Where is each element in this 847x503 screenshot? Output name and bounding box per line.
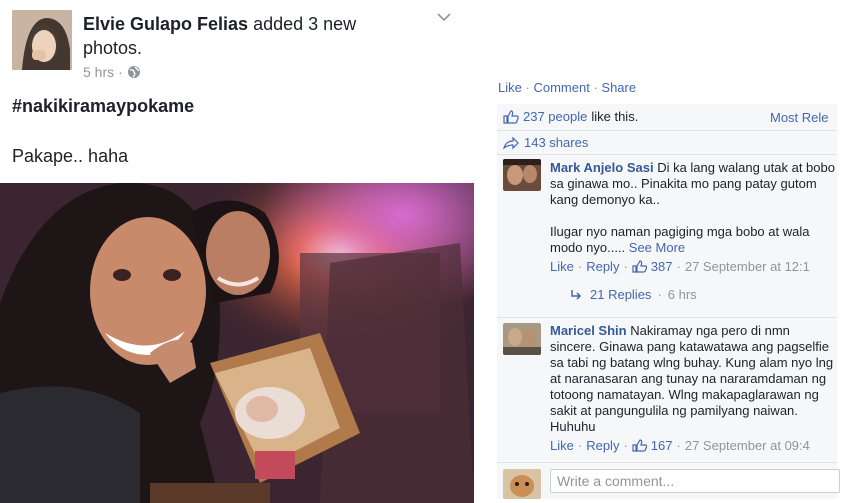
author-avatar[interactable] [12, 10, 72, 70]
comment: Maricel Shin Nakiramay nga pero di nmn s… [550, 323, 837, 435]
comment-like-button[interactable]: Like [550, 438, 574, 453]
comment-reply-button[interactable]: Reply [586, 259, 619, 274]
comment-reply-button[interactable]: Reply [586, 438, 619, 453]
selfie-photo [0, 183, 474, 503]
post-meta: 5 hrs · [83, 64, 141, 80]
meta-separator: · [118, 64, 123, 80]
author-photo [12, 10, 72, 70]
commenter-avatar[interactable] [503, 159, 541, 191]
shares-row: 143 shares [503, 135, 588, 150]
like-action[interactable]: Like [498, 80, 522, 95]
share-arrow-icon [503, 136, 519, 150]
replies-time: 6 hrs [667, 287, 697, 302]
comment-time[interactable]: 27 September at 09:4 [685, 438, 810, 453]
post-header: Elvie Gulapo Felias added 3 new photos. [83, 12, 413, 60]
comment-like-count[interactable]: 387 [651, 259, 673, 274]
current-user-avatar [503, 469, 541, 499]
author-name[interactable]: Elvie Gulapo Felias [83, 14, 248, 34]
comment-body-continued: Ilugar nyo naman pagiging mga bobo at wa… [550, 224, 810, 255]
chevron-down-icon[interactable] [436, 10, 452, 22]
share-action[interactable]: Share [601, 80, 636, 95]
comment-like-count[interactable]: 167 [651, 438, 673, 453]
comment-actions: Like · Reply · 387 · 27 September at 12:… [550, 259, 810, 274]
reply-arrow-icon [570, 289, 584, 301]
shares-count[interactable]: 143 shares [524, 135, 588, 150]
reactions-row: 237 people like this. [503, 109, 638, 124]
divider [497, 317, 837, 318]
globe-icon [127, 65, 141, 79]
comment-input[interactable]: Write a comment... [550, 469, 840, 493]
thumbs-up-icon [632, 260, 647, 273]
see-more-link[interactable]: See More [629, 240, 685, 255]
likes-count[interactable]: 237 people [523, 109, 587, 124]
comment-author[interactable]: Mark Anjelo Sasi [550, 160, 654, 175]
divider [497, 130, 837, 131]
thumbs-up-icon [503, 109, 519, 124]
comment-time[interactable]: 27 September at 12:1 [685, 259, 810, 274]
replies-row: 21 Replies · 6 hrs [570, 287, 697, 302]
post-action-bar: Like · Comment · Share [498, 80, 637, 95]
divider [497, 154, 837, 155]
post-caption: Pakape.. haha [12, 146, 129, 166]
comment-author[interactable]: Maricel Shin [550, 323, 627, 338]
post-hashtag[interactable]: #nakikiramaypokame [12, 96, 194, 117]
divider [497, 462, 837, 463]
post-photo[interactable] [0, 183, 474, 503]
most-relevant-sort[interactable]: Most Rele [770, 110, 829, 125]
comment-action[interactable]: Comment [533, 80, 589, 95]
view-replies-link[interactable]: 21 Replies [590, 287, 651, 302]
comment-body: Nakiramay nga pero di nmn sincere. Ginaw… [550, 323, 834, 434]
commenter-avatar[interactable] [503, 323, 541, 355]
comment: Mark Anjelo Sasi Di ka lang walang utak … [550, 160, 837, 208]
likes-suffix: like this. [591, 109, 639, 124]
thumbs-up-icon [632, 439, 647, 452]
comment-like-button[interactable]: Like [550, 259, 574, 274]
comment-actions: Like · Reply · 167 · 27 September at 09:… [550, 438, 810, 453]
post-time[interactable]: 5 hrs [83, 64, 114, 80]
